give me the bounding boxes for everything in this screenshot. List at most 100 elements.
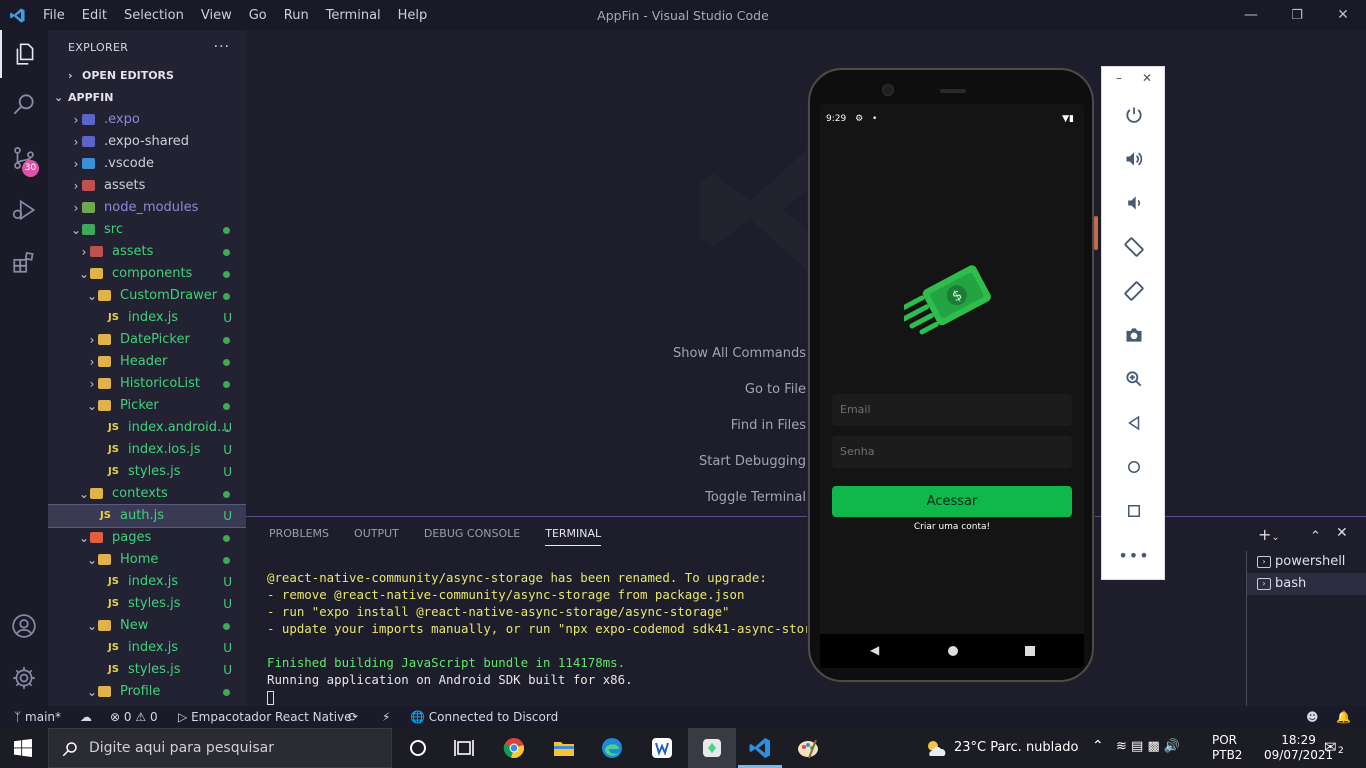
android-studio-icon[interactable] <box>700 736 724 760</box>
tab-terminal[interactable]: TERMINAL <box>545 527 602 546</box>
password-field[interactable]: Senha <box>832 436 1072 468</box>
explorer-activity[interactable] <box>0 30 48 78</box>
emu-volume-down-button[interactable] <box>1118 187 1150 219</box>
folder-item[interactable]: › assets <box>48 241 246 263</box>
close-button[interactable]: ✕ <box>1320 0 1366 30</box>
refresh-icon[interactable]: ⟳ <box>348 710 358 724</box>
tab-problems[interactable]: PROBLEMS <box>269 527 329 546</box>
emu-minimize-button[interactable]: – <box>1116 71 1122 85</box>
bell-icon[interactable]: 🔔 <box>1336 710 1351 724</box>
file-item[interactable]: JS index.js U <box>48 571 246 593</box>
cortana-icon[interactable] <box>406 736 430 760</box>
terminal-item-powershell[interactable]: › powershell <box>1247 551 1366 573</box>
search-activity[interactable] <box>0 80 48 128</box>
vscode-taskbar-icon[interactable] <box>748 736 772 760</box>
emu-power-button[interactable] <box>1118 99 1150 131</box>
notification-center-icon[interactable]: ✉ <box>1324 738 1337 756</box>
phone-screen[interactable]: 9:29 ⚙ • ▼▮ $ Email Senha Acessar Criar … <box>820 104 1084 668</box>
menu-terminal[interactable]: Terminal <box>326 8 381 23</box>
restore-button[interactable]: ❐ <box>1274 0 1320 30</box>
branch-indicator[interactable]: ᛉ main* <box>14 710 61 724</box>
menu-help[interactable]: Help <box>398 8 428 23</box>
folder-item[interactable]: › .expo <box>48 109 246 131</box>
windows-start-icon[interactable] <box>14 739 32 757</box>
lightning-icon[interactable]: ⚡ <box>382 710 390 724</box>
maximize-panel-button[interactable]: ⌃ <box>1310 525 1321 544</box>
minimize-button[interactable]: — <box>1228 0 1274 30</box>
folder-item[interactable]: ⌄ pages <box>48 527 246 549</box>
weather-icon[interactable] <box>924 738 948 758</box>
terminal-output[interactable]: @react-native-community/async-storage ha… <box>267 569 834 705</box>
home-nav-icon[interactable] <box>948 646 958 656</box>
tray-chevron-up-icon[interactable]: ⌃ <box>1092 738 1104 754</box>
sync-icon[interactable]: ☁ <box>80 710 92 724</box>
folder-item[interactable]: ⌄ src <box>48 219 246 241</box>
new-terminal-button[interactable]: +⌄ <box>1258 525 1280 544</box>
terminal-item-bash[interactable]: › bash <box>1247 573 1366 595</box>
emu-close-button[interactable]: ✕ <box>1142 71 1152 85</box>
packager-status[interactable]: ▷ Empacotador React Native <box>178 710 352 724</box>
menu-selection[interactable]: Selection <box>124 8 184 23</box>
back-nav-icon[interactable]: ◀ <box>870 643 879 657</box>
file-item[interactable]: JS styles.js U <box>48 461 246 483</box>
paint-icon[interactable] <box>796 736 820 760</box>
menu-go[interactable]: Go <box>249 8 267 23</box>
emu-rotate-left-button[interactable] <box>1118 231 1150 263</box>
login-button[interactable]: Acessar <box>832 486 1072 517</box>
folder-item[interactable]: › .vscode <box>48 153 246 175</box>
folder-item[interactable]: ⌄ Home <box>48 549 246 571</box>
extensions-activity[interactable] <box>0 238 48 286</box>
emu-screenshot-button[interactable] <box>1118 319 1150 351</box>
folder-item[interactable]: › HistoricoList <box>48 373 246 395</box>
chrome-icon[interactable] <box>502 736 526 760</box>
signup-link[interactable]: Criar uma conta! <box>820 522 1084 532</box>
weather-text[interactable]: 23°C Parc. nublado <box>954 740 1078 755</box>
more-actions-button[interactable]: ··· <box>214 39 230 55</box>
emu-home-button[interactable] <box>1118 451 1150 483</box>
emu-volume-up-button[interactable] <box>1118 143 1150 175</box>
folder-item[interactable]: › assets <box>48 175 246 197</box>
tab-output[interactable]: OUTPUT <box>354 527 399 546</box>
menu-file[interactable]: File <box>43 8 65 23</box>
discord-status[interactable]: 🌐 Connected to Discord <box>410 710 558 724</box>
taskbar-search[interactable]: Digite aqui para pesquisar <box>48 728 392 768</box>
file-explorer-icon[interactable] <box>552 736 576 760</box>
emu-back-button[interactable] <box>1118 407 1150 439</box>
folder-item[interactable]: ⌄ New <box>48 615 246 637</box>
tab-debug-console[interactable]: DEBUG CONSOLE <box>424 527 520 546</box>
file-item[interactable]: JS index.js U <box>48 637 246 659</box>
folder-item[interactable]: ⌄ CustomDrawer <box>48 285 246 307</box>
menu-edit[interactable]: Edit <box>82 8 107 23</box>
folder-item[interactable]: › node_modules <box>48 197 246 219</box>
problems-indicator[interactable]: ⊗ 0 ⚠ 0 <box>110 710 158 724</box>
feedback-icon[interactable]: ☻ <box>1306 710 1319 724</box>
file-item[interactable]: JS styles.js U <box>48 593 246 615</box>
close-panel-button[interactable]: ✕ <box>1336 525 1348 541</box>
folder-item[interactable]: › DatePicker <box>48 329 246 351</box>
folder-item[interactable]: › .expo-shared <box>48 131 246 153</box>
edge-icon[interactable] <box>600 736 624 760</box>
folder-item[interactable]: ⌄ components <box>48 263 246 285</box>
menu-run[interactable]: Run <box>284 8 309 23</box>
file-item[interactable]: JS auth.js U <box>48 504 246 528</box>
folder-item[interactable]: ⌄ Profile <box>48 681 246 703</box>
file-item[interactable]: JS index.ios.js U <box>48 439 246 461</box>
emu-rotate-right-button[interactable] <box>1118 275 1150 307</box>
folder-item[interactable]: ⌄ contexts <box>48 483 246 505</box>
email-field[interactable]: Email <box>832 394 1072 426</box>
project-section[interactable]: ⌄ APPFIN <box>48 87 246 109</box>
language-indicator[interactable]: POR PTB2 <box>1212 733 1242 763</box>
open-editors-section[interactable]: › OPEN EDITORS <box>48 65 246 87</box>
run-debug-activity[interactable] <box>0 186 48 234</box>
folder-item[interactable]: ⌄ Picker <box>48 395 246 417</box>
emu-zoom-button[interactable] <box>1118 363 1150 395</box>
file-item[interactable]: JS index.android... U <box>48 417 246 439</box>
file-item[interactable]: JS styles.js U <box>48 659 246 681</box>
folder-item[interactable]: › Header <box>48 351 246 373</box>
clock[interactable]: 18:29 09/07/2021 <box>1264 733 1333 763</box>
accounts-activity[interactable] <box>0 602 48 650</box>
app-icon[interactable] <box>650 736 674 760</box>
menu-view[interactable]: View <box>201 8 232 23</box>
tray-icons[interactable]: ≋ ▤ ▩ 🔊 <box>1116 739 1180 754</box>
manage-activity[interactable] <box>0 654 48 702</box>
